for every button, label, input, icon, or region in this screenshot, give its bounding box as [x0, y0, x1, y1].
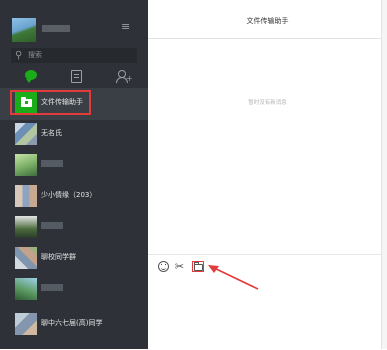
- redacted-name: [41, 160, 63, 167]
- contacts-icon[interactable]: [70, 69, 84, 83]
- red-highlight-box: [10, 90, 91, 115]
- folder-icon: [194, 262, 203, 271]
- scissors-icon[interactable]: ✂: [174, 261, 185, 272]
- window-edge: [381, 0, 387, 349]
- chat-item[interactable]: 少小情缘（203）: [0, 181, 148, 213]
- chat-item-name: 少小情缘（203）: [41, 191, 97, 199]
- chat-panel: 文件传输助手 暂时没有新消息 ✂: [148, 0, 387, 349]
- chat-title: 文件传输助手: [246, 17, 289, 25]
- chat-item-name: 无名氏: [41, 129, 62, 137]
- profile-name-redacted: [42, 25, 70, 32]
- profile-avatar[interactable]: [12, 18, 36, 42]
- chat-item[interactable]: 无名氏: [0, 119, 148, 151]
- chat-item-file-transfer[interactable]: 文件传输助手: [0, 88, 148, 120]
- chat-item[interactable]: [0, 212, 148, 244]
- chat-bubble-icon[interactable]: [25, 69, 39, 83]
- avatar: [15, 278, 37, 300]
- avatar: [15, 154, 37, 176]
- sidebar-tabs: +: [0, 66, 148, 86]
- chat-header: 文件传输助手: [148, 0, 387, 39]
- emoji-icon[interactable]: [158, 261, 169, 272]
- add-friend-icon[interactable]: +: [116, 69, 133, 83]
- search-icon: ⚲: [15, 50, 23, 61]
- sidebar: ≡ ⚲ 搜索 + 文件传输助手 无名氏 少小情缘（203） 聊校同学群 聊中六七…: [0, 0, 148, 349]
- search-box[interactable]: ⚲ 搜索: [11, 48, 137, 63]
- redacted-name: [41, 222, 63, 229]
- chat-item-name: 聊校同学群: [41, 253, 76, 261]
- chat-item-name: 聊中六七届(高)同学: [41, 319, 103, 327]
- chat-item[interactable]: [0, 274, 148, 306]
- menu-icon[interactable]: ≡: [121, 21, 130, 33]
- chat-item[interactable]: 聊中六七届(高)同学: [0, 309, 148, 341]
- empty-message: 暂时没有新消息: [248, 100, 287, 106]
- avatar: [15, 185, 37, 207]
- avatar: [15, 123, 37, 145]
- send-file-button[interactable]: [192, 261, 204, 272]
- chat-item[interactable]: 聊校同学群: [0, 243, 148, 275]
- avatar: [15, 313, 37, 335]
- avatar: [15, 216, 37, 238]
- search-placeholder[interactable]: 搜索: [28, 50, 42, 61]
- red-arrow-annotation: [208, 265, 259, 290]
- chat-item[interactable]: [0, 150, 148, 182]
- redacted-name: [41, 284, 63, 291]
- avatar: [15, 247, 37, 269]
